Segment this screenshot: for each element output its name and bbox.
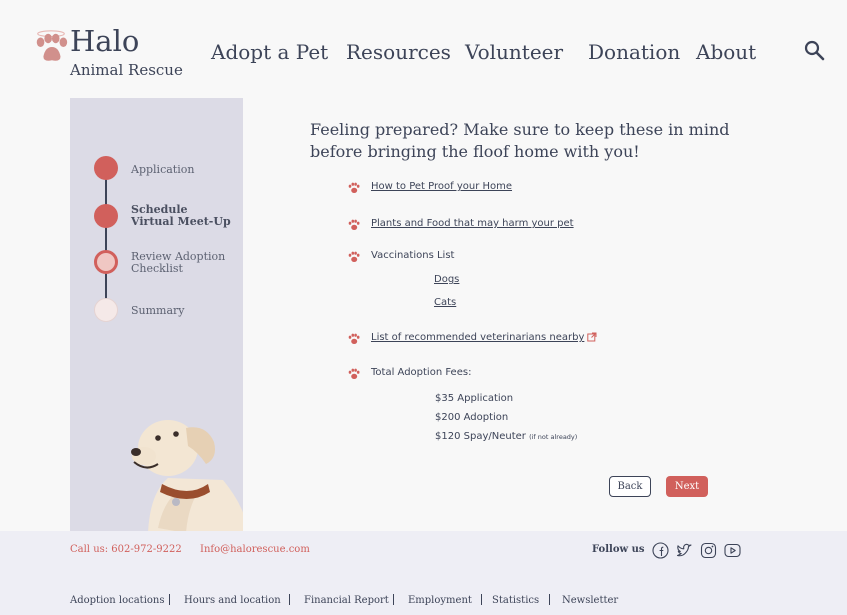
link-pet-proof-home[interactable]: How to Pet Proof your Home [371,181,512,192]
footer-divider [289,594,290,605]
fee-spay-label: $120 Spay/Neuter [435,431,526,442]
footer-phone[interactable]: Call us: 602-972-9222 [70,544,182,555]
fee-spay-note: (if not already) [529,433,578,441]
paw-bullet-icon [348,333,360,344]
step-dot-summary[interactable] [94,298,118,322]
footer: Call us: 602-972-9222 Info@halorescue.co… [0,531,847,615]
back-button[interactable]: Back [609,476,651,497]
fees-title: Total Adoption Fees: [371,367,472,378]
link-veterinarians[interactable]: List of recommended veterinarians nearby [371,332,597,343]
instagram-icon[interactable] [700,542,717,559]
step-label-meetup[interactable]: Schedule Virtual Meet-Up [131,204,231,228]
footer-link-statistics[interactable]: Statistics [492,595,539,606]
nav-volunteer[interactable]: Volunteer [465,40,563,64]
brand-name: Halo [70,24,140,58]
stepper-line [105,170,107,312]
link-plants-food[interactable]: Plants and Food that may harm your pet [371,218,574,229]
next-button[interactable]: Next [666,476,708,497]
nav-donation[interactable]: Donation [588,40,680,64]
nav-adopt-a-pet[interactable]: Adopt a Pet [211,40,328,64]
nav-about[interactable]: About [696,40,756,64]
footer-link-financial-report[interactable]: Financial Report [304,595,389,606]
step-label-summary[interactable]: Summary [131,305,231,317]
footer-divider [549,594,550,605]
vaccinations-label: Vaccinations List [371,250,455,261]
fee-application: $35 Application [435,393,514,404]
link-veterinarians-label: List of recommended veterinarians nearby [371,332,585,343]
footer-link-adoption-locations[interactable]: Adoption locations [70,595,165,606]
paw-bullet-icon [348,219,360,230]
link-cats-vaccinations[interactable]: Cats [434,297,456,308]
youtube-icon[interactable] [724,542,741,559]
footer-link-newsletter[interactable]: Newsletter [562,595,618,606]
step-label-checklist[interactable]: Review Adoption Checklist [131,251,231,275]
follow-us-label: Follow us [592,544,645,555]
footer-link-employment[interactable]: Employment [408,595,472,606]
footer-divider [481,594,482,605]
footer-email[interactable]: Info@halorescue.com [200,544,310,555]
step-dot-meetup[interactable] [94,204,118,228]
fee-spay-neuter: $120 Spay/Neuter (if not already) [435,431,577,442]
link-dogs-vaccinations[interactable]: Dogs [434,274,459,285]
external-link-icon [587,332,597,342]
facebook-icon[interactable] [652,542,669,559]
footer-divider [169,594,170,605]
step-dot-application[interactable] [94,156,118,180]
brand-subtitle: Animal Rescue [70,61,183,79]
paw-bullet-icon [348,251,360,262]
checklist-heading: Feeling prepared? Make sure to keep thes… [310,120,730,161]
progress-sidebar: Application Schedule Virtual Meet-Up Rev… [70,98,243,531]
paw-bullet-icon [348,368,360,379]
search-icon[interactable] [803,39,825,61]
twitter-icon[interactable] [676,542,693,559]
footer-divider [393,594,394,605]
dog-image [131,420,243,531]
step-label-application[interactable]: Application [131,164,231,176]
footer-link-hours-location[interactable]: Hours and location [184,595,281,606]
fee-adoption: $200 Adoption [435,412,509,423]
nav-resources[interactable]: Resources [346,40,451,64]
logo[interactable]: Halo Animal Rescue [32,24,192,84]
paw-bullet-icon [348,182,360,193]
step-dot-checklist[interactable] [94,250,118,274]
paw-logo-icon [36,30,68,61]
